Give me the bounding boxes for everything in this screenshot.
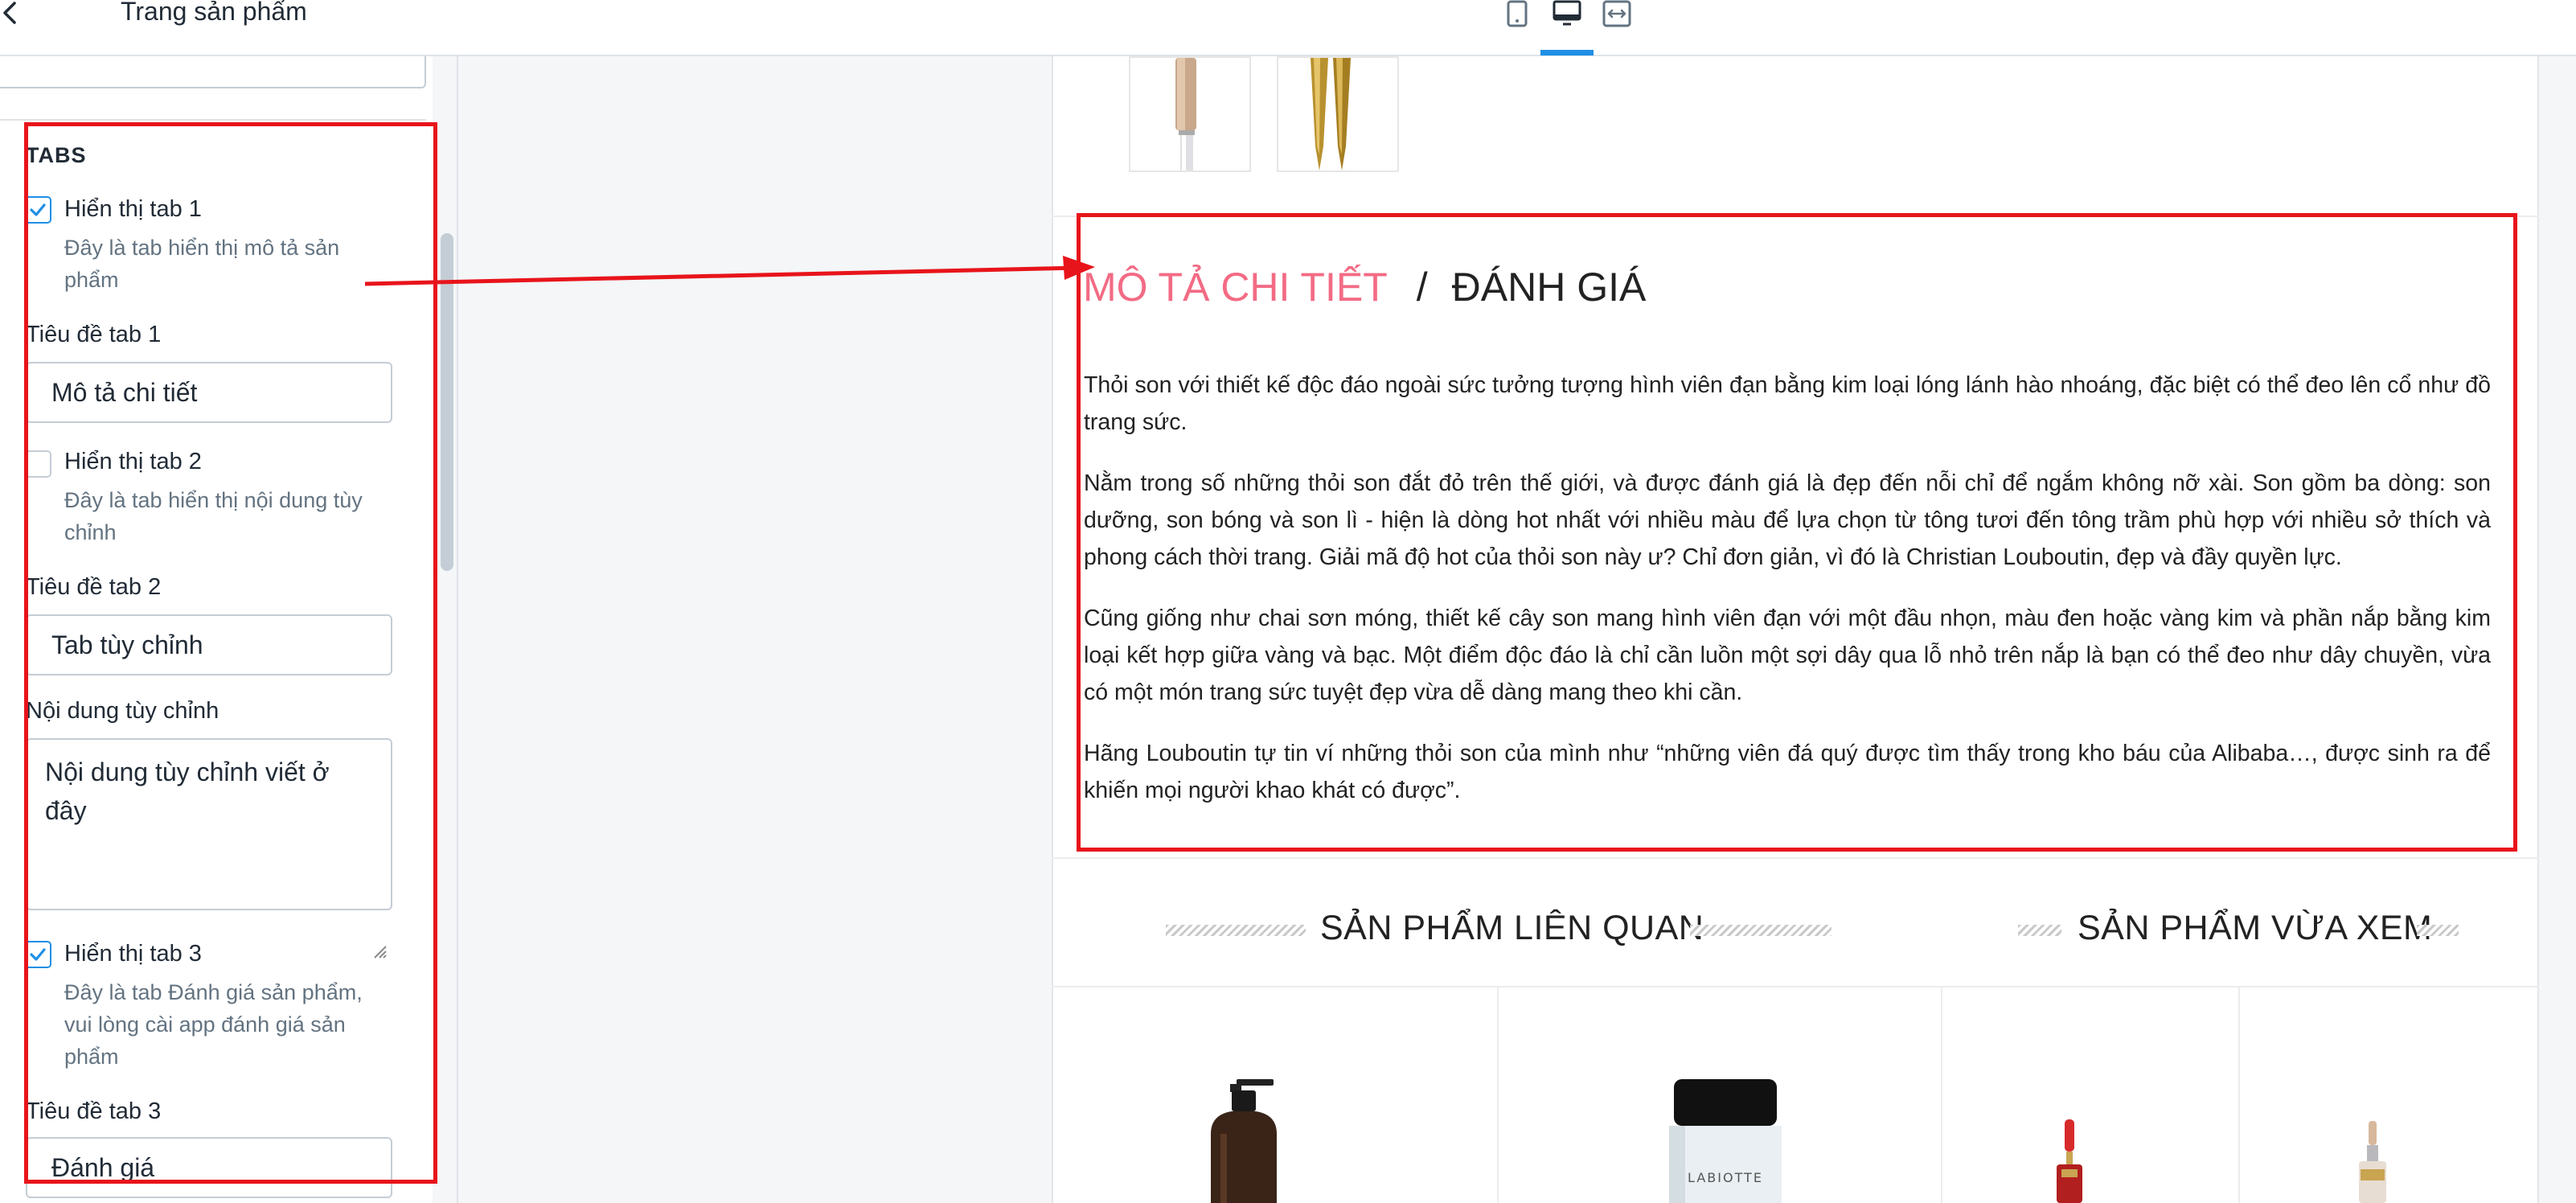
decorative-stripes	[2018, 925, 2061, 936]
section-divider	[1052, 857, 2539, 859]
decorative-stripes	[1690, 925, 1832, 936]
product-thumbnail[interactable]	[1277, 56, 1399, 172]
bottle-brand-label: LABIOTTE	[1688, 1170, 1763, 1185]
grid-divider	[2238, 987, 2240, 1203]
theme-editor: Trang sản phẩm TABS Hiển thị tab 1 Đây l…	[0, 0, 2576, 1203]
product-image[interactable]	[1179, 1078, 1307, 1203]
section-divider	[1052, 986, 2539, 987]
section-divider	[0, 119, 426, 121]
annotation-box-preview	[1077, 213, 2517, 852]
previous-setting-field[interactable]	[0, 56, 426, 88]
annotation-arrow-icon	[364, 256, 1095, 286]
fullwidth-icon[interactable]	[1602, 0, 1632, 29]
related-products-heading: SẢN PHẨM LIÊN QUAN	[1166, 909, 1833, 957]
recent-products-title: SẢN PHẨM VỪA XEM	[2078, 909, 2433, 947]
product-image[interactable]	[2332, 1110, 2420, 1203]
product-image[interactable]: LABIOTTE	[1653, 1078, 1798, 1203]
mobile-icon[interactable]	[1505, 0, 1529, 29]
active-device-indicator	[1540, 50, 1594, 55]
recent-products-heading: SẢN PHẨM VỪA XEM	[2018, 909, 2460, 957]
decorative-stripes	[2417, 925, 2459, 936]
chevron-left-icon[interactable]	[0, 0, 24, 27]
editor-topbar: Trang sản phẩm	[0, 0, 2576, 56]
desktop-icon[interactable]	[1552, 0, 1582, 29]
sidebar-title: Trang sản phẩm	[121, 0, 307, 26]
grid-divider	[1941, 987, 1942, 1203]
decorative-stripes	[1166, 925, 1306, 936]
product-image[interactable]	[2050, 1110, 2139, 1203]
related-products-title: SẢN PHẨM LIÊN QUAN	[1320, 909, 1704, 947]
product-thumbnail[interactable]	[1129, 56, 1251, 172]
grid-divider	[1497, 987, 1499, 1203]
